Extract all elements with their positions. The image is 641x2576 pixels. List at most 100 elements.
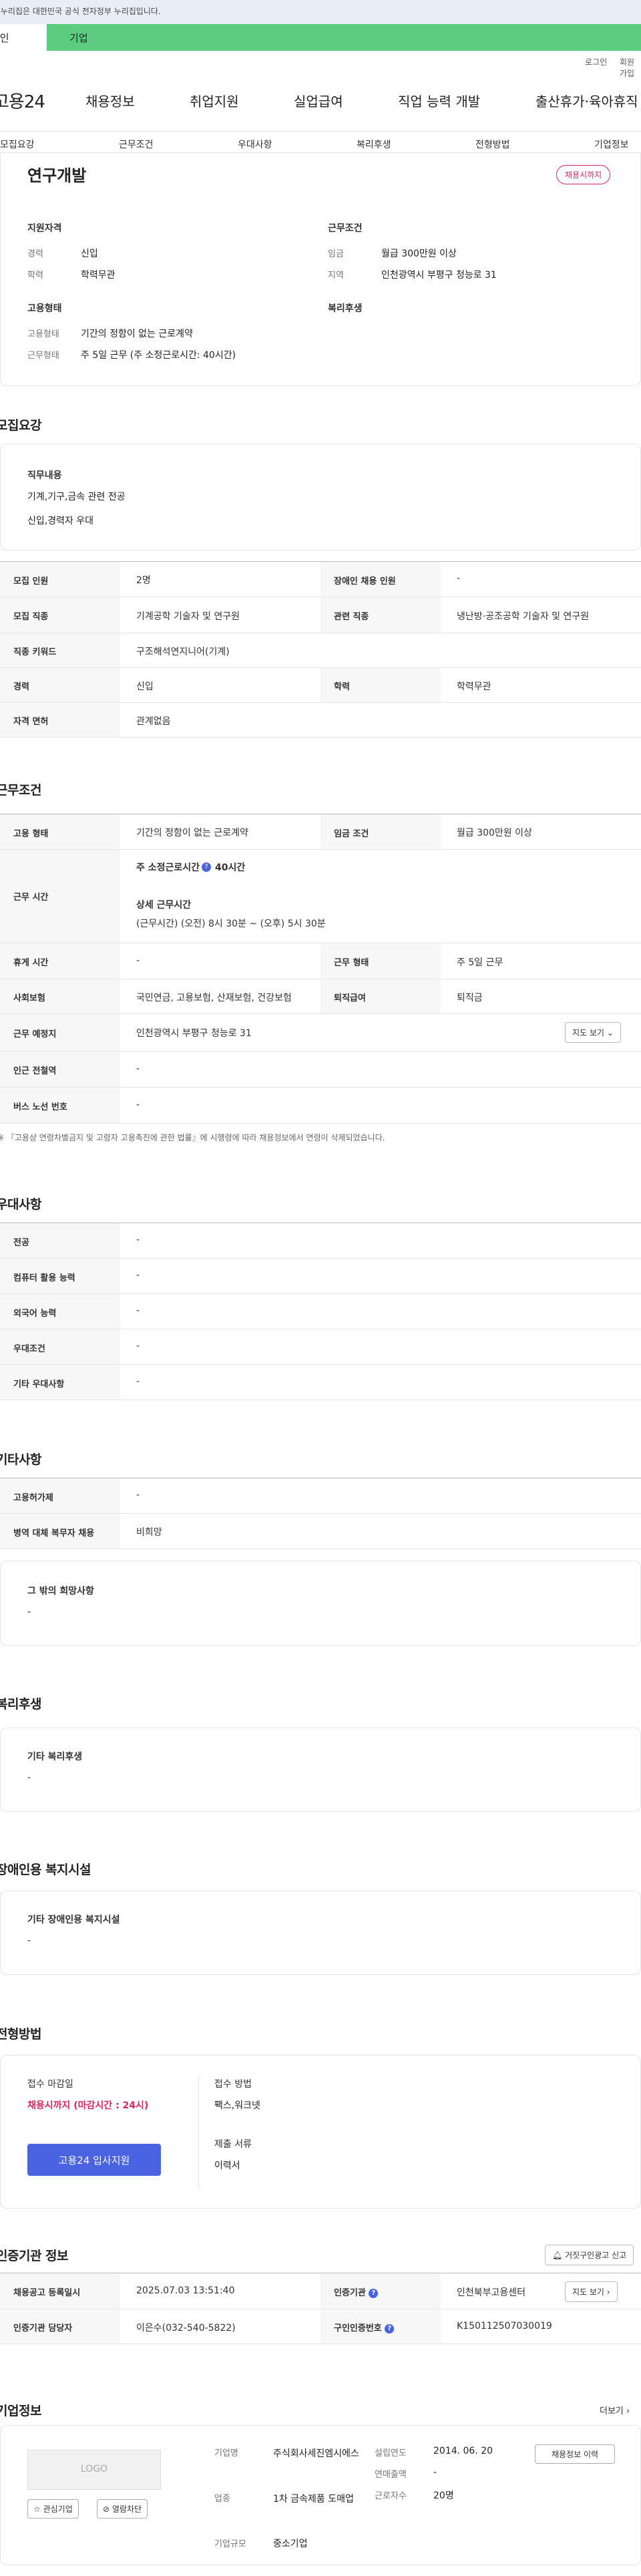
tab-personal[interactable]: 개인 xyxy=(0,24,47,51)
gnb-item-support[interactable]: 취업지원 xyxy=(190,91,239,110)
gnb-item-parental[interactable]: 출산휴가·육아휴직 xyxy=(536,91,641,110)
row-key: 근무 시간 xyxy=(0,850,120,943)
table-row: 우대조건 - xyxy=(0,1329,641,1365)
industry-value: 1차 금속제품 도매업 xyxy=(273,2494,354,2505)
row-value: 학력무관 xyxy=(457,681,491,692)
row-value: 월급 300만원 이상 xyxy=(457,828,532,838)
emptype-value: 기간의 정함이 없는 근로계약 xyxy=(81,329,193,339)
map-button-label: 지도 보기 xyxy=(572,1028,604,1037)
table-row: 기타 우대사항 - xyxy=(0,1365,641,1400)
wage-value: 월급 300만원 이상 xyxy=(381,249,457,259)
selection-card: 접수 마감일 채용시까지 (마감시간 : 24시) 접수 방법 팩스,워크넷 제… xyxy=(0,2055,641,2209)
chevron-right-icon: › xyxy=(606,2287,610,2297)
row-value: K150112507030019 xyxy=(457,2321,552,2331)
row-key: 채용공고 등록일시 xyxy=(0,2273,120,2309)
emp-heading: 고용형태 xyxy=(27,303,62,314)
section-recruit-title: 모집요강 xyxy=(0,418,41,433)
job-title: 연구개발 xyxy=(27,166,87,185)
gnb-item-jobs[interactable]: 채용정보 xyxy=(85,91,135,110)
row-key: 컴퓨터 활용 능력 xyxy=(0,1259,120,1293)
row-value: - xyxy=(136,1235,140,1245)
table-row: 채용공고 등록일시 2025.07.03 13:51:40 인증기관 ? 인천북… xyxy=(0,2273,641,2309)
work-heading: 근무조건 xyxy=(328,223,363,234)
wage-key: 임금 xyxy=(328,249,344,259)
table-row: 인근 전철역 - xyxy=(0,1052,641,1088)
table-row-work-hours: 근무 시간 주 소정근로시간 ? 40시간 상세 근무시간 (근무시간) (오전… xyxy=(0,850,641,943)
duty-line-2: 신입,경력자 우대 xyxy=(27,516,94,526)
row-key: 인증기관 담당자 xyxy=(0,2309,120,2344)
map-button[interactable]: 지도 보기 ⌄ xyxy=(565,1022,621,1043)
question-icon[interactable]: ? xyxy=(385,2323,395,2333)
site-logo[interactable]: 고용24 xyxy=(0,88,45,113)
login-link[interactable]: 로그인 xyxy=(585,56,607,67)
agency-key: 인증기관 xyxy=(334,2288,366,2298)
row-key: 자격 면허 xyxy=(0,703,120,737)
company-more-link[interactable]: 더보기 › xyxy=(600,2404,630,2416)
disabled-etc-value: - xyxy=(27,1935,31,1946)
area-key: 지역 xyxy=(328,271,344,281)
subtab-prefer[interactable]: 우대사항 xyxy=(238,138,272,151)
row-key: 전공 xyxy=(0,1223,120,1258)
subtab-recruit[interactable]: 모집요강 xyxy=(0,138,35,151)
age-note: ※ 『고용상 연령차별금지 및 고령자 고용촉진에 관한 법률』에 시행령에 따… xyxy=(0,1133,385,1142)
section-welfare-title: 복리후생 xyxy=(0,1697,41,1712)
row-value: - xyxy=(136,1305,140,1316)
table-row: 사회보험 국민연금, 고용보험, 산재보험, 건강보험 퇴직급여 퇴직금 xyxy=(0,979,641,1014)
row-key: 사회보험 xyxy=(0,979,120,1013)
row-value: 이은수(032-540-5822) xyxy=(136,2323,236,2333)
subtab-company[interactable]: 기업정보 xyxy=(594,138,629,151)
row-key: 장애인 채용 인원 xyxy=(320,562,441,597)
tab-company[interactable]: 기업 xyxy=(47,24,641,51)
company-name-value: 주식회사세진엠시에스 xyxy=(273,2448,359,2459)
detail-hours-value: (근무시간) (오전) 8시 30분 ~ (오후) 5시 30분 xyxy=(136,919,326,929)
fav-company-button[interactable]: ☆ 관심기업 xyxy=(27,2499,79,2519)
question-icon[interactable]: ? xyxy=(202,862,211,872)
row-value: 퇴직금 xyxy=(457,993,483,1003)
gnb-item-training[interactable]: 직업 능력 개발 xyxy=(398,91,480,110)
star-icon: ☆ xyxy=(33,2505,41,2514)
section-company-title: 기업정보 xyxy=(0,2404,41,2418)
agency-map-button[interactable]: 지도 보기 › xyxy=(565,2281,618,2302)
table-row: 고용허가제 - xyxy=(0,1478,641,1514)
table-row: 휴게 시간 - 근무 형태 주 5일 근무 xyxy=(0,943,641,979)
table-row: 근무 예정지 인천광역시 부평구 청능로 31 지도 보기 ⌄ xyxy=(0,1014,641,1052)
weekly-hours-value: 40시간 xyxy=(215,862,246,873)
row-value: - xyxy=(136,1064,140,1074)
block-button[interactable]: ⊘ 열람차단 xyxy=(97,2499,148,2519)
row-value: 2명 xyxy=(136,575,151,586)
row-key: 근무 형태 xyxy=(320,943,441,979)
question-icon[interactable]: ? xyxy=(369,2288,379,2298)
hope-heading: 그 밖의 희망사항 xyxy=(27,1586,94,1597)
method-value: 팩스,워크넷 xyxy=(214,2100,260,2111)
welfare-etc-value: - xyxy=(27,1772,31,1783)
table-row: 컴퓨터 활용 능력 - xyxy=(0,1259,641,1294)
row-value: 관계없음 xyxy=(136,716,171,727)
row-key: 기타 우대사항 xyxy=(0,1365,120,1400)
sales-value: - xyxy=(433,2467,437,2478)
industry-key: 업종 xyxy=(214,2494,230,2504)
history-button[interactable]: 채용정보 이력 xyxy=(535,2444,615,2464)
gnb-item-unemployment[interactable]: 실업급여 xyxy=(294,91,343,110)
row-key: 경력 xyxy=(0,668,120,702)
gov-banner-text: 이 누리집은 대한민국 공식 전자정부 누리집입니다. xyxy=(0,7,161,16)
column-divider xyxy=(198,2076,199,2189)
apply-button[interactable]: 고용24 입사지원 xyxy=(27,2144,161,2176)
report-fake-ad-button[interactable]: 🔔︎ 거짓구인광고 신고 xyxy=(545,2245,634,2265)
row-value: - xyxy=(136,1376,140,1387)
duty-line-1: 기계,기구,금속 관련 전공 xyxy=(27,492,126,502)
disabled-card: 기타 장애인용 복지시설 - xyxy=(0,1891,641,1975)
subtab-selection[interactable]: 전형방법 xyxy=(475,138,510,151)
subtab-conditions[interactable]: 근무조건 xyxy=(119,138,154,151)
gov-banner: 이 누리집은 대한민국 공식 전자정부 누리집입니다. xyxy=(0,0,641,24)
row-key: 모집 인원 xyxy=(0,562,120,597)
row-key: 관련 직종 xyxy=(320,597,441,633)
join-link[interactable]: 회원가입 xyxy=(620,56,641,79)
table-row: 외국어 능력 - xyxy=(0,1294,641,1329)
etc-hope-card: 그 밖의 희망사항 - xyxy=(0,1561,641,1646)
row-value: 구조해석연지니어(기계) xyxy=(136,647,230,657)
alarm-icon: 🔔︎ xyxy=(552,2251,563,2260)
subtab-welfare[interactable]: 복리후생 xyxy=(357,138,391,151)
row-key: 버스 노선 번호 xyxy=(0,1088,120,1123)
chevron-down-icon: ⌄ xyxy=(606,1028,614,1037)
block-label: 열람차단 xyxy=(112,2505,142,2514)
